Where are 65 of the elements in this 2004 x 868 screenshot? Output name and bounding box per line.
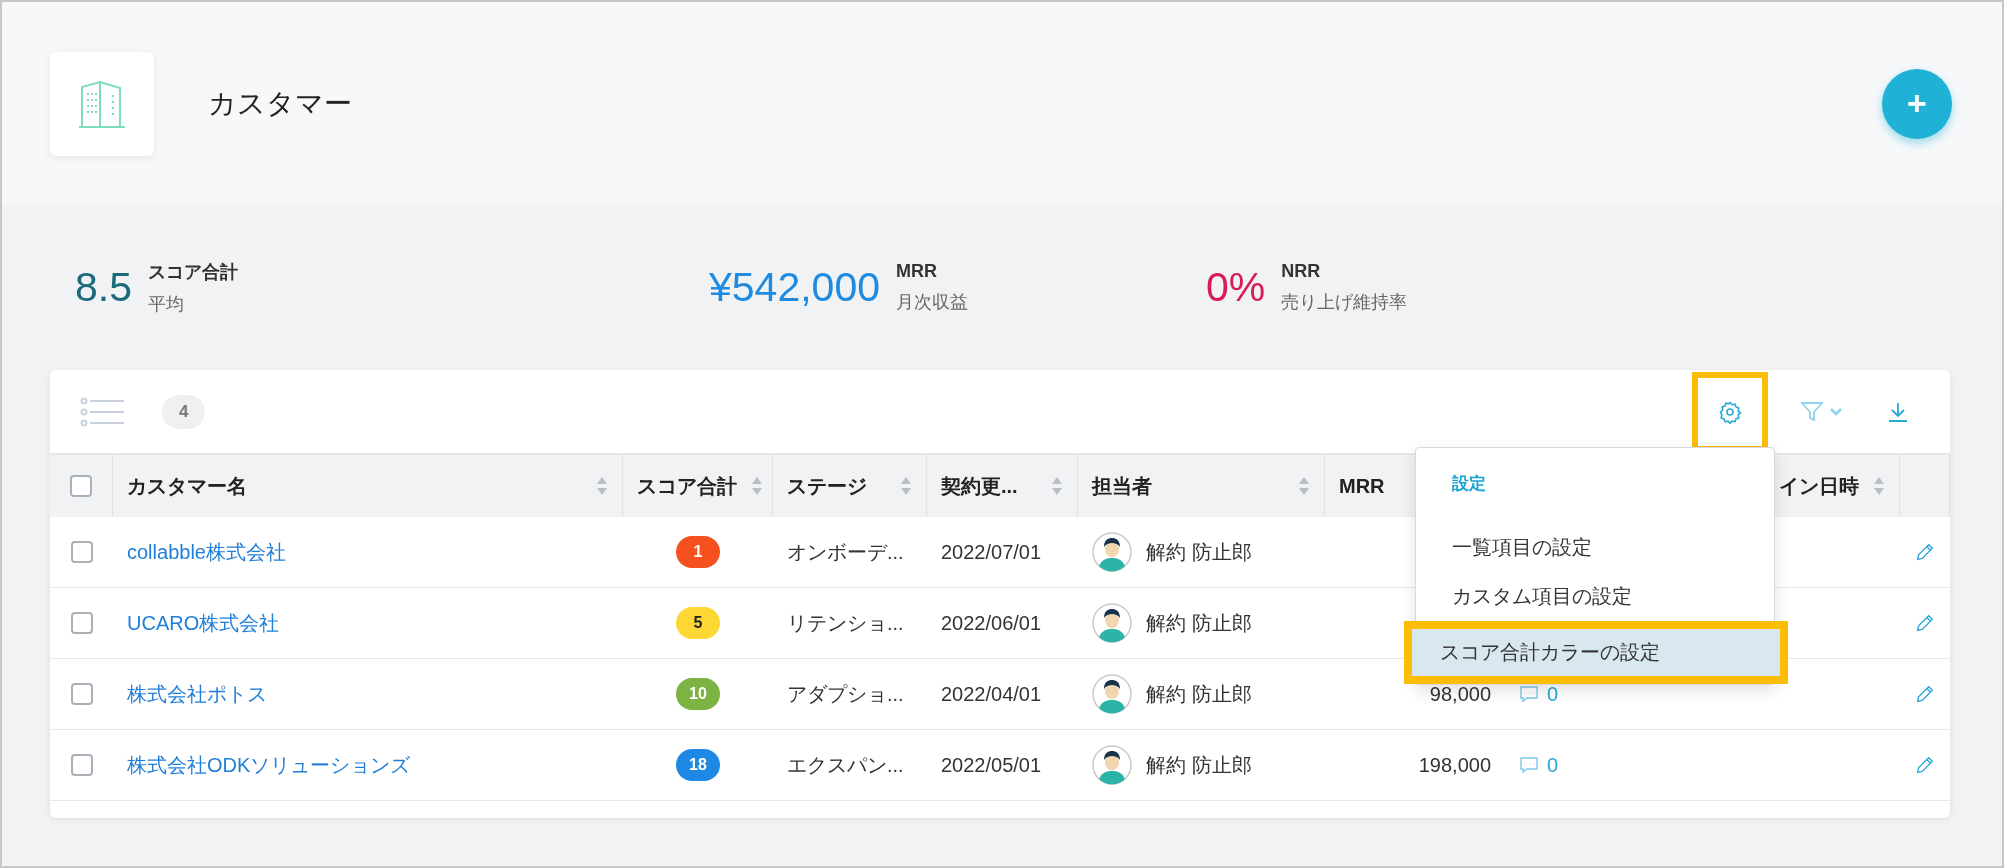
- stat-value: 8.5: [75, 264, 132, 311]
- customer-link[interactable]: collabble株式会社: [127, 538, 286, 566]
- table-cell-text: アダプショ...: [787, 681, 904, 707]
- avatar-icon: [1092, 532, 1132, 572]
- column-header[interactable]: 契約更...: [941, 472, 1018, 500]
- owner-name: 解約 防止郎: [1146, 539, 1252, 565]
- menu-heading: 設定: [1452, 473, 1487, 495]
- page-title: カスタマー: [208, 86, 353, 121]
- column-header[interactable]: ステージ: [787, 472, 867, 500]
- count-badge: 4: [162, 394, 206, 429]
- gear-icon[interactable]: [1718, 399, 1742, 424]
- table-cell: 2022/05/01: [941, 753, 1042, 777]
- sort-icon[interactable]: [751, 476, 763, 496]
- avatar-icon: [1092, 674, 1132, 714]
- table-cell: 2022/06/01: [941, 611, 1042, 635]
- comment-icon[interactable]: [1519, 756, 1539, 774]
- customer-link[interactable]: 株式会社ポトス: [127, 680, 267, 708]
- table-cell: 2022/04/01: [941, 682, 1042, 706]
- owner-name: 解約 防止郎: [1146, 752, 1252, 778]
- customer-link[interactable]: UCARO株式会社: [127, 609, 280, 637]
- menu-item[interactable]: カスタム項目の設定: [1416, 571, 1774, 621]
- column-header[interactable]: イン日時: [1779, 472, 1859, 500]
- column-header[interactable]: MRR: [1339, 474, 1385, 498]
- stat-sublabel: 平均: [148, 292, 185, 316]
- stat-label: MRR: [896, 261, 938, 282]
- sort-icon[interactable]: [1298, 476, 1310, 496]
- sort-icon[interactable]: [1873, 476, 1885, 496]
- row-checkbox[interactable]: [70, 754, 93, 776]
- owner-name: 解約 防止郎: [1146, 681, 1252, 707]
- select-all-checkbox[interactable]: [70, 475, 92, 497]
- stat-sublabel: 売り上げ維持率: [1281, 291, 1408, 314]
- stat-sublabel: 月次収益: [896, 291, 968, 314]
- score-badge: 1: [676, 536, 720, 568]
- stat-value: 0%: [1206, 264, 1266, 311]
- stat-label: スコア合計: [148, 260, 238, 284]
- owner-name: 解約 防止郎: [1146, 610, 1252, 636]
- comment-icon[interactable]: [1519, 685, 1539, 703]
- score-badge: 5: [676, 607, 720, 639]
- sort-icon[interactable]: [1051, 476, 1063, 496]
- row-checkbox[interactable]: [70, 541, 93, 563]
- menu-item[interactable]: 一覧項目の設定: [1416, 523, 1774, 572]
- score-badge: 18: [676, 749, 720, 781]
- table-cell: 98,000: [1429, 682, 1491, 706]
- column-header[interactable]: スコア合計: [637, 472, 737, 500]
- stat-value: ¥542,000: [709, 264, 880, 311]
- customer-link[interactable]: 株式会社ODKソリューションズ: [127, 751, 411, 779]
- table-cell-text: オンボーデ...: [787, 539, 904, 565]
- stat-label: NRR: [1281, 261, 1322, 282]
- table-cell-text: リテンショ...: [787, 610, 904, 636]
- sort-icon[interactable]: [900, 476, 912, 496]
- sort-icon[interactable]: [596, 476, 608, 496]
- avatar-icon: [1092, 603, 1132, 643]
- table-cell-text: エクスパン...: [787, 752, 904, 778]
- filter-icon[interactable]: [1800, 400, 1844, 423]
- menu-item[interactable]: スコア合計カラーの設定: [1404, 620, 1788, 684]
- avatar-icon: [1092, 745, 1132, 785]
- table-cell: 198,000: [1418, 753, 1491, 777]
- score-badge: 10: [676, 678, 720, 710]
- row-checkbox[interactable]: [70, 612, 93, 634]
- building-icon: [78, 78, 126, 129]
- table-cell: 2022/07/01: [941, 540, 1042, 564]
- row-checkbox[interactable]: [70, 683, 93, 705]
- column-header[interactable]: 担当者: [1092, 472, 1152, 500]
- column-header[interactable]: カスタマー名: [127, 472, 247, 500]
- list-icon[interactable]: [80, 396, 124, 427]
